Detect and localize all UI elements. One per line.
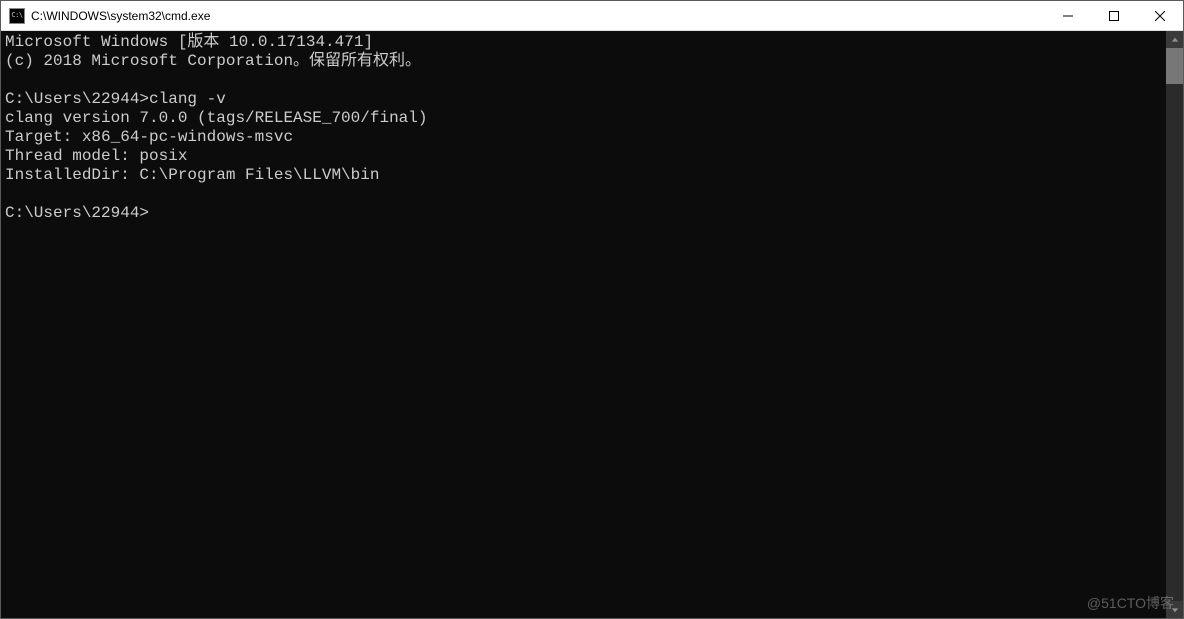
- chevron-up-icon: [1171, 36, 1179, 44]
- scroll-up-button[interactable]: [1166, 31, 1183, 48]
- cmd-window: C:\ C:\WINDOWS\system32\cmd.exe Microsof…: [0, 0, 1184, 619]
- close-button[interactable]: [1137, 1, 1183, 30]
- vertical-scrollbar[interactable]: [1166, 31, 1183, 618]
- maximize-button[interactable]: [1091, 1, 1137, 30]
- titlebar: C:\ C:\WINDOWS\system32\cmd.exe: [1, 1, 1183, 31]
- minimize-button[interactable]: [1045, 1, 1091, 30]
- minimize-icon: [1063, 11, 1073, 21]
- window-controls: [1045, 1, 1183, 30]
- window-title: C:\WINDOWS\system32\cmd.exe: [31, 9, 1045, 23]
- chevron-down-icon: [1171, 606, 1179, 614]
- maximize-icon: [1109, 11, 1119, 21]
- close-icon: [1155, 11, 1165, 21]
- terminal-output[interactable]: Microsoft Windows [版本 10.0.17134.471] (c…: [1, 31, 1166, 618]
- scrollbar-track[interactable]: [1166, 48, 1183, 601]
- scrollbar-thumb[interactable]: [1166, 48, 1183, 84]
- terminal-container: Microsoft Windows [版本 10.0.17134.471] (c…: [1, 31, 1183, 618]
- scroll-down-button[interactable]: [1166, 601, 1183, 618]
- cmd-icon-text: C:\: [11, 12, 22, 19]
- cmd-icon: C:\: [9, 8, 25, 24]
